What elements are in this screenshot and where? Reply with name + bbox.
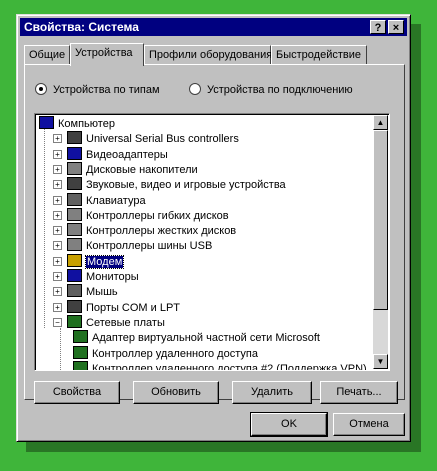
tree-item[interactable]: Контроллер удаленного доступа <box>73 345 258 361</box>
tab-hardware-profiles[interactable]: Профили оборудования <box>144 45 272 65</box>
tree-item[interactable]: + Мониторы <box>53 269 139 284</box>
vertical-scrollbar[interactable]: ▲ ▼ <box>373 115 388 369</box>
monitor-icon <box>67 146 82 160</box>
tree-item-label: Модем <box>84 254 125 269</box>
expand-icon[interactable]: + <box>53 226 62 236</box>
tree-item[interactable]: + Контроллеры шины USB <box>53 238 213 253</box>
tree-item[interactable]: + Контроллеры гибких дисков <box>53 207 229 223</box>
expand-icon[interactable]: + <box>53 164 62 174</box>
expand-icon[interactable]: + <box>53 149 62 159</box>
modem-icon <box>67 253 82 267</box>
device-tree[interactable]: Компьютер + Universal Serial Bus controlle… <box>34 113 390 371</box>
tree-item-label: Контроллеры жестких дисков <box>86 225 237 238</box>
scroll-down-arrow-icon[interactable]: ▼ <box>373 354 388 369</box>
tab-general[interactable]: Общие <box>24 45 70 65</box>
tree-item[interactable]: + Модем <box>53 253 125 269</box>
ok-button[interactable]: OK <box>250 412 328 437</box>
expand-icon[interactable]: + <box>53 241 62 251</box>
tree-line <box>60 328 61 370</box>
tree-item-label: Адаптер виртуальной частной сети Microso… <box>92 332 320 345</box>
mouse-icon <box>67 284 82 298</box>
tree-line <box>44 128 45 328</box>
tree-item-label: Universal Serial Bus controllers <box>86 133 239 146</box>
cancel-button[interactable]: Отмена <box>333 413 405 436</box>
network-card-icon <box>73 330 88 344</box>
tree-item-label: Мышь <box>86 286 118 299</box>
expand-icon[interactable]: + <box>53 180 62 190</box>
radio-dot-checked <box>35 83 47 95</box>
floppy-controller-icon <box>67 207 82 221</box>
window-title: Свойства: Система <box>24 20 139 34</box>
expand-icon[interactable]: + <box>53 302 62 312</box>
tree-item[interactable]: + Контроллеры жестких дисков <box>53 223 237 238</box>
expand-icon[interactable]: + <box>53 210 62 220</box>
network-card-icon <box>73 345 88 359</box>
remove-button[interactable]: Удалить <box>232 381 312 404</box>
tree-item[interactable]: + Звуковые, видео и игровые устройства <box>53 177 286 192</box>
radio-dot <box>189 83 201 95</box>
tree-item[interactable]: + Мышь <box>53 284 118 299</box>
scroll-thumb[interactable] <box>373 130 388 310</box>
tree-item[interactable]: + Клавиатура <box>53 192 146 208</box>
tree-item-label: Клавиатура <box>86 194 146 207</box>
properties-button[interactable]: Свойства <box>34 381 120 404</box>
refresh-button[interactable]: Обновить <box>133 381 219 404</box>
tree-item-label: Контроллеры шины USB <box>86 240 213 253</box>
expand-icon[interactable]: + <box>53 195 62 205</box>
tree-item-label: Порты COM и LPT <box>86 301 180 314</box>
expand-icon[interactable]: + <box>53 134 62 144</box>
keyboard-icon <box>67 192 82 206</box>
usb-icon <box>67 131 82 145</box>
tab-performance[interactable]: Быстродействие <box>271 45 367 65</box>
tree-item[interactable]: Компьютер <box>39 116 115 131</box>
speaker-icon <box>67 177 82 191</box>
expand-icon[interactable]: + <box>53 256 62 266</box>
tree-item[interactable]: + Видеоадаптеры <box>53 146 168 162</box>
tree-item[interactable]: Адаптер виртуальной частной сети Microso… <box>73 330 320 345</box>
tree-item[interactable]: + Порты COM и LPT <box>53 299 180 315</box>
hdd-controller-icon <box>67 223 82 237</box>
monitor-icon <box>67 269 82 282</box>
tree-item[interactable]: + Universal Serial Bus controllers <box>53 131 239 146</box>
expand-icon[interactable]: + <box>53 272 62 281</box>
system-properties-window: Свойства: Система ? × Общие Устройства П… <box>16 14 411 442</box>
close-button[interactable]: × <box>388 20 404 34</box>
tree-item-label: Контроллер удаленного доступа #2 (Поддер… <box>92 362 367 371</box>
radio-by-connection-label: Устройства по подключению <box>207 84 353 96</box>
scroll-up-arrow-icon[interactable]: ▲ <box>373 115 388 130</box>
print-button[interactable]: Печать... <box>320 381 398 404</box>
devices-panel: Устройства по типам Устройства по подклю… <box>24 64 405 404</box>
radio-by-type-label: Устройства по типам <box>53 84 160 96</box>
radio-by-type[interactable]: Устройства по типам <box>35 83 160 96</box>
network-card-icon <box>73 360 88 370</box>
tree-item[interactable]: − Сетевые платы <box>53 314 165 330</box>
tree-item-label: Компьютер <box>58 118 115 130</box>
disk-drive-icon <box>67 161 82 175</box>
tree-item[interactable]: + Дисковые накопители <box>53 161 198 177</box>
expand-icon[interactable]: + <box>53 287 62 297</box>
collapse-icon[interactable]: − <box>53 317 62 327</box>
network-card-icon <box>67 314 82 328</box>
tab-devices[interactable]: Устройства <box>70 43 144 66</box>
title-bar[interactable]: Свойства: Система ? × <box>20 18 407 36</box>
port-icon <box>67 299 82 313</box>
tree-item-label: Дисковые накопители <box>86 163 198 176</box>
computer-icon <box>39 116 54 129</box>
help-button[interactable]: ? <box>370 20 386 34</box>
tree-item[interactable]: Контроллер удаленного доступа #2 (Поддер… <box>73 360 367 371</box>
tree-item-label: Звуковые, видео и игровые устройства <box>86 179 286 192</box>
tree-item-label: Контроллер удаленного доступа <box>92 347 258 360</box>
tree-item-label: Мониторы <box>86 271 139 283</box>
tree-item-label: Видеоадаптеры <box>86 148 168 161</box>
tree-item-label: Контроллеры гибких дисков <box>86 209 229 222</box>
radio-by-connection[interactable]: Устройства по подключению <box>189 83 353 96</box>
tree-item-label: Сетевые платы <box>86 316 165 329</box>
usb-controller-icon <box>67 238 82 252</box>
